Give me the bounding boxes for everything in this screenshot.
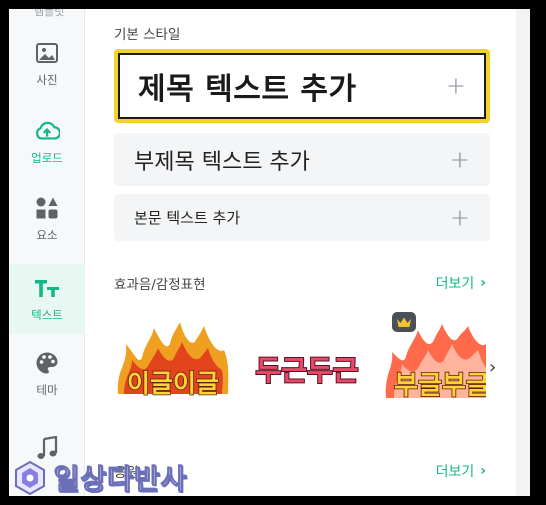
cheer-more-link[interactable]: 더보기 › [436, 461, 486, 481]
sticker-pounding[interactable]: 두근두근 [246, 314, 368, 414]
text-panel: 기본 스타일 제목 텍스트 추가 + 부제목 텍스트 추가 + 본문 텍스트 추… [86, 9, 516, 496]
more-label: 더보기 [435, 276, 475, 292]
sidebar-item-label: 요소 [36, 228, 58, 242]
sidebar-item-elements[interactable]: 요소 [9, 184, 85, 254]
pounding-sticker-image: 두근두근 [254, 353, 359, 388]
plus-icon: + [449, 202, 470, 231]
sticker-boiling[interactable]: 부글부글 [382, 314, 486, 414]
sidebar-item-label: 텍스트 [31, 308, 63, 322]
effects-section-heading: 효과음/감정표현 [114, 277, 206, 293]
add-body-text-label: 본문 텍스트 추가 [134, 209, 241, 227]
sticker-text: 이글이글 [127, 369, 219, 398]
add-title-text-button[interactable]: 제목 텍스트 추가 + [114, 49, 490, 123]
cloud-upload-icon [34, 118, 60, 144]
add-title-text-label: 제목 텍스트 추가 [138, 72, 357, 107]
sidebar-item-label: 업로드 [31, 151, 63, 165]
sidebar-item-template-label-cut: 템플릿 [34, 9, 65, 18]
watermark-text: 일상다반사 [54, 463, 188, 497]
sidebar-item-text[interactable]: 텍스트 [9, 264, 85, 334]
sidebar-item-upload[interactable]: 업로드 [9, 107, 85, 177]
palette-icon [34, 350, 60, 376]
basic-style-heading: 기본 스타일 [114, 27, 181, 43]
panel-scroll-gutter[interactable] [516, 9, 530, 496]
sticker-text: 부글부글 [394, 371, 486, 401]
flame-sticker-image: 이글이글 [117, 322, 229, 399]
effects-more-link[interactable]: 더보기 › [436, 273, 486, 293]
sidebar: 템플릿 사진 업로드 요소 텍스트 테마 [9, 9, 85, 496]
chevron-right-icon: › [480, 463, 486, 479]
watermark: 일상다반사 [12, 458, 188, 498]
add-body-text-button[interactable]: 본문 텍스트 추가 + [114, 194, 490, 241]
more-label: 더보기 [435, 464, 475, 480]
watermark-logo-icon [15, 460, 45, 496]
sidebar-item-label: 사진 [36, 73, 58, 87]
add-subtitle-text-label: 부제목 텍스트 추가 [134, 149, 310, 175]
add-subtitle-text-button[interactable]: 부제목 텍스트 추가 + [114, 133, 490, 186]
sticker-burning[interactable]: 이글이글 [114, 314, 232, 414]
boiling-sticker-image: 부글부글 [385, 324, 486, 402]
sticker-scroll-next-icon[interactable]: › [489, 357, 496, 378]
editor-panel: 템플릿 사진 업로드 요소 텍스트 테마 기본 스타일 제목 텍스트 추가 + … [9, 9, 530, 496]
sidebar-item-label: 테마 [36, 383, 58, 397]
shapes-icon [34, 195, 60, 221]
image-icon [34, 40, 60, 66]
text-tt-icon [34, 275, 60, 301]
plus-icon: + [449, 144, 470, 173]
sticker-text: 두근두근 [255, 354, 358, 387]
chevron-right-icon: › [480, 275, 486, 291]
plus-icon: + [445, 71, 466, 100]
sidebar-item-theme[interactable]: 테마 [9, 339, 85, 409]
sidebar-item-photo[interactable]: 사진 [9, 29, 85, 99]
